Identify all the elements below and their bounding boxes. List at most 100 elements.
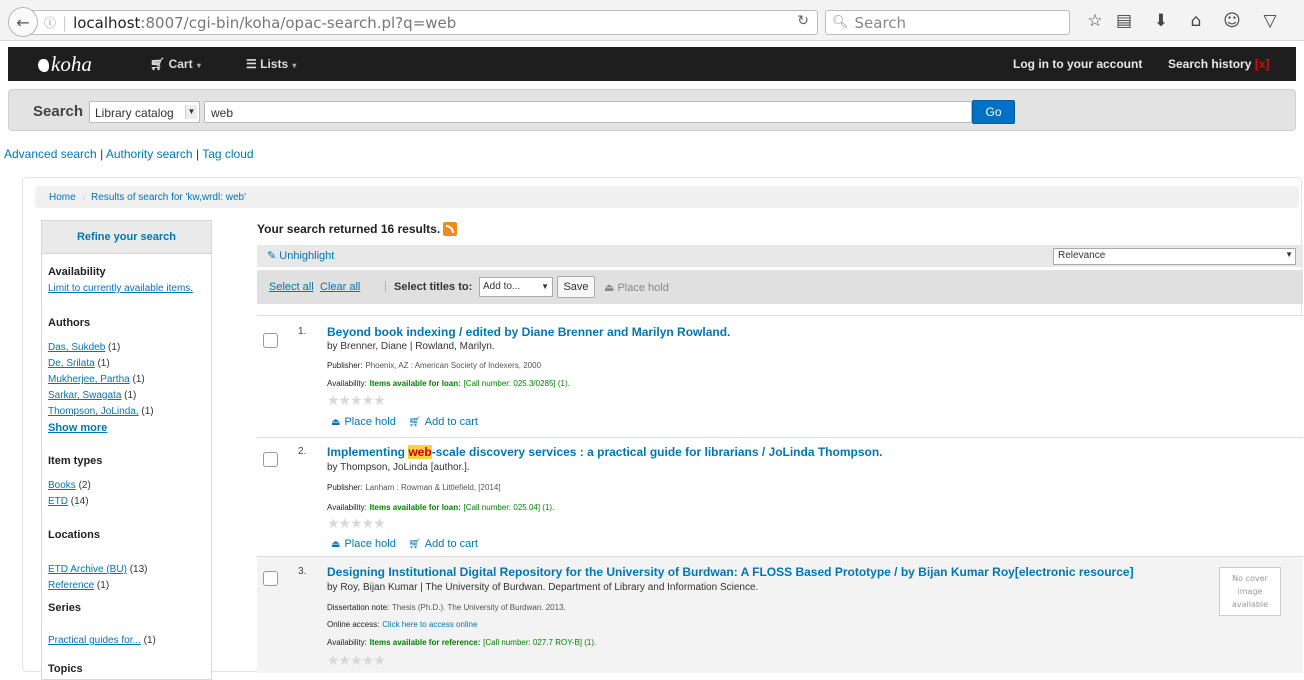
result-actions: ⏏ Place hold 🛒︎ Add to cart [331, 416, 478, 428]
lists-menu[interactable]: ☰ Lists ▾ [246, 57, 296, 71]
result-publisher: Publisher: Lanham : Rowman & Littlefield… [327, 483, 501, 492]
facet-author-item: De, Srilata (1) [48, 358, 110, 369]
koha-logo[interactable]: koha [38, 52, 92, 77]
result-online-access: Online access: Click here to access onli… [327, 620, 478, 629]
result-row: 1. Beyond book indexing / edited by Dian… [257, 315, 1303, 437]
select-all-link[interactable]: Select all [269, 281, 314, 293]
authority-search-link[interactable]: Authority search [106, 147, 193, 161]
result-checkbox[interactable] [263, 452, 278, 467]
search-history-link[interactable]: Search history [x] [1168, 57, 1269, 71]
download-icon[interactable]: ⬇ [1149, 11, 1173, 33]
facet-topics-heading: Topics [48, 663, 83, 675]
bookmark-star-icon[interactable]: ☆ [1083, 11, 1107, 33]
login-link[interactable]: Log in to your account [1013, 57, 1142, 71]
save-button[interactable]: Save [557, 276, 595, 298]
facet-availability-heading: Availability [48, 266, 106, 278]
result-availability: Availability: Items available for refere… [327, 638, 597, 647]
online-access-link[interactable]: Click here to access online [382, 620, 477, 629]
limit-available-link[interactable]: Limit to currently available items. [48, 283, 193, 294]
rating-stars-icon[interactable]: ★★★★★ [327, 653, 386, 669]
hold-icon: ⏏ [331, 417, 341, 428]
facet-location-item: Reference (1) [48, 580, 110, 591]
search-icon: 🔍︎ [832, 15, 849, 30]
result-availability: Availability: Items available for loan: … [327, 503, 555, 512]
unhighlight-link[interactable]: ✎ Unhighlight [267, 250, 334, 262]
go-button[interactable]: Go [972, 100, 1015, 124]
rss-feed-icon[interactable] [443, 222, 458, 236]
back-arrow-icon[interactable]: ← [8, 7, 38, 37]
rating-stars-icon[interactable]: ★★★★★ [327, 393, 386, 409]
add-to-cart-link[interactable]: 🛒︎ Add to cart [408, 538, 478, 550]
results-summary: Your search returned 16 results. [257, 222, 458, 236]
cart-menu[interactable]: 🛒︎ Cart ▾ [150, 57, 201, 71]
highlight-bar: ✎ Unhighlight Relevance ▼ [257, 245, 1303, 267]
result-checkbox[interactable] [263, 571, 278, 586]
hold-icon: ⏏ [331, 539, 341, 550]
reload-icon[interactable]: ↻ [797, 13, 809, 29]
result-title-link[interactable]: Implementing web-scale discovery service… [327, 445, 883, 459]
result-author: by Roy, Bijan Kumar | The University of … [327, 582, 759, 593]
result-author: by Brenner, Diane | Rowland, Marilyn. [327, 341, 495, 352]
list-icon: ☰ [246, 57, 257, 71]
refine-heading[interactable]: Refine your search [42, 221, 211, 254]
search-label: Search [33, 103, 84, 120]
pocket-icon[interactable]: ▽ [1258, 11, 1282, 33]
result-title-link[interactable]: Designing Institutional Digital Reposito… [327, 565, 1134, 579]
tag-cloud-link[interactable]: Tag cloud [202, 147, 253, 161]
result-publisher: Publisher: Phoenix, AZ : American Societ… [327, 361, 542, 370]
breadcrumb: Home › Results of search for 'kw,wrdl: web… [35, 186, 1299, 208]
place-hold-link[interactable]: ⏏ Place hold [331, 416, 396, 428]
facet-author-item: Sarkar, Swagata (1) [48, 390, 137, 401]
selection-toolbar: Select all Clear all | Select titles to:… [257, 270, 1303, 304]
advanced-search-link[interactable]: Advanced search [4, 147, 97, 161]
hold-icon: ⏏ [604, 282, 615, 294]
clear-all-link[interactable]: Clear all [320, 281, 360, 293]
catalog-search-bar: Search Library catalog ▼ web Go [8, 89, 1296, 131]
add-to-select[interactable]: Add to... ▼ [479, 277, 553, 297]
address-bar[interactable]: ⓘ | localhost:8007/cgi-bin/koha/opac-sea… [30, 10, 818, 35]
no-cover-placeholder: No cover image available [1219, 567, 1281, 616]
result-checkbox[interactable] [263, 333, 278, 348]
result-title-link[interactable]: Beyond book indexing / edited by Diane B… [327, 325, 730, 339]
result-actions: ⏏ Place hold 🛒︎ Add to cart [331, 538, 478, 550]
show-more-authors-link[interactable]: Show more [48, 422, 107, 434]
main-content: Home › Results of search for 'kw,wrdl: web… [22, 177, 1303, 680]
cart-icon: 🛒︎ [150, 57, 166, 71]
facet-itemtype-item: ETD (14) [48, 496, 89, 507]
breadcrumb-results[interactable]: Results of search for 'kw,wrdl: web' [91, 192, 246, 203]
facet-author-item: Mukherjee, Partha (1) [48, 374, 145, 385]
select-titles-label: Select titles to: [394, 281, 473, 293]
place-hold-toolbar-button[interactable]: ⏏ Place hold [604, 281, 669, 294]
reading-list-icon[interactable]: ▤ [1112, 11, 1136, 33]
rating-stars-icon[interactable]: ★★★★★ [327, 516, 386, 532]
dropdown-arrow-icon: ▼ [1285, 250, 1293, 259]
facet-location-item: ETD Archive (BU) (13) [48, 564, 148, 575]
facet-author-item: Thompson, JoLinda, (1) [48, 406, 154, 417]
facet-series-item: Practical guides for... (1) [48, 635, 156, 646]
facet-itemtypes-heading: Item types [48, 455, 103, 467]
facet-authors-heading: Authors [48, 317, 91, 329]
chat-icon[interactable]: ☺ [1220, 11, 1244, 33]
result-dissertation-note: Dissertation note: Thesis (Ph.D.). The U… [327, 603, 566, 612]
browser-search-input[interactable]: 🔍︎ Search [825, 10, 1070, 35]
koha-navbar: koha 🛒︎ Cart ▾ ☰ Lists ▾ Log in to your … [8, 47, 1296, 81]
dropdown-arrow-icon: ▼ [185, 105, 197, 119]
result-row: 2. Implementing web-scale discovery serv… [257, 437, 1303, 556]
result-availability: Availability: Items available for loan: … [327, 379, 570, 388]
cart-icon: 🛒︎ [408, 417, 421, 428]
search-query-input[interactable]: web [204, 101, 972, 123]
home-icon[interactable]: ⌂ [1184, 11, 1208, 33]
url-host: localhost [73, 13, 141, 32]
pencil-icon: ✎ [267, 250, 277, 262]
facet-itemtype-item: Books (2) [48, 480, 91, 491]
breadcrumb-home[interactable]: Home [49, 192, 76, 203]
dropdown-arrow-icon: ▼ [541, 282, 549, 291]
search-scope-select[interactable]: Library catalog ▼ [89, 101, 200, 123]
add-to-cart-link[interactable]: 🛒︎ Add to cart [408, 416, 478, 428]
koha-leaf-icon [38, 59, 49, 72]
cart-icon: 🛒︎ [408, 539, 421, 550]
info-icon[interactable]: ⓘ [44, 14, 56, 31]
result-row: 3. Designing Institutional Digital Repos… [257, 556, 1303, 673]
place-hold-link[interactable]: ⏏ Place hold [331, 538, 396, 550]
sort-select[interactable]: Relevance ▼ [1053, 248, 1296, 265]
